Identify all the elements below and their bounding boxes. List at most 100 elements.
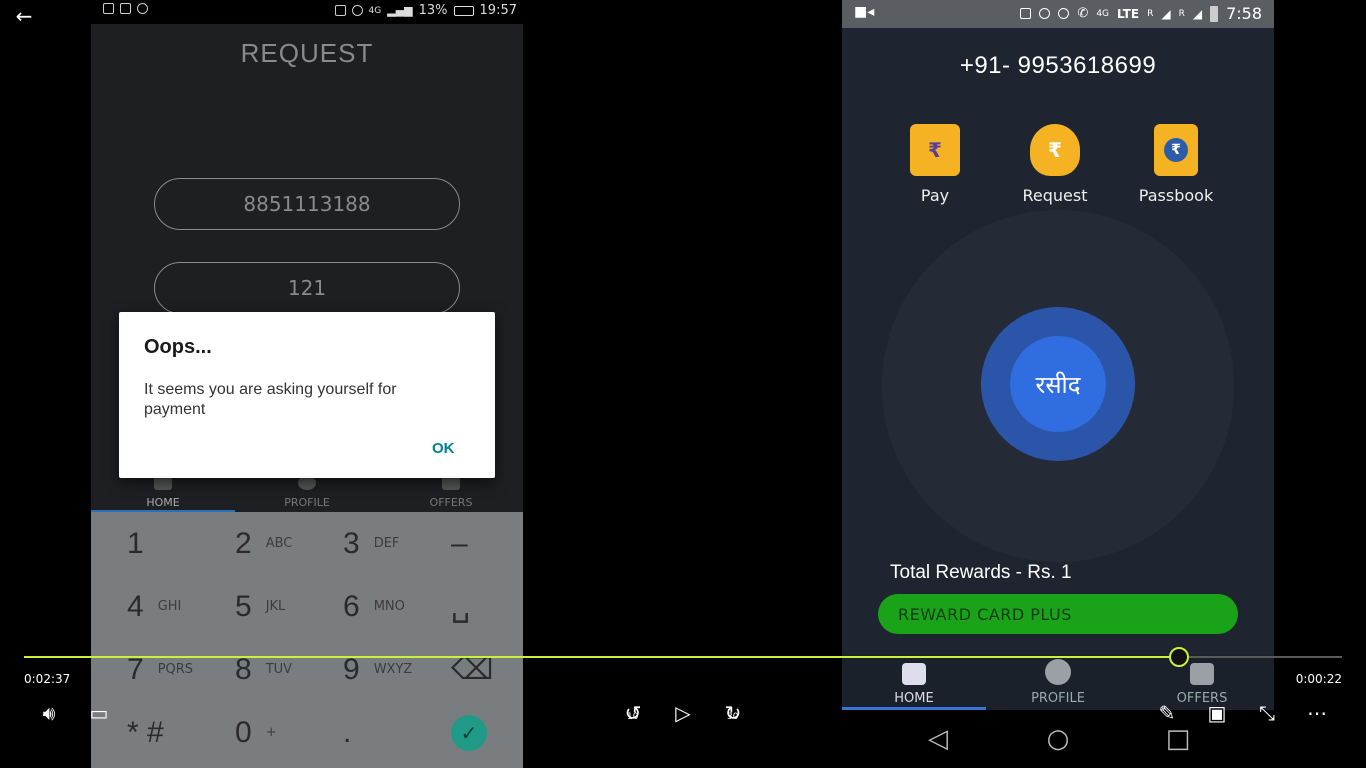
action-label: Passbook <box>1138 186 1214 205</box>
dialog-ok-button[interactable]: OK <box>432 440 455 457</box>
key-digit: 6 <box>343 589 360 623</box>
arrow-left-icon: ← <box>15 4 33 28</box>
keypad-key[interactable]: – <box>415 512 523 575</box>
pay-button[interactable]: ₹ Pay <box>875 124 995 205</box>
key-letters: MNO <box>373 599 405 614</box>
home-icon <box>902 663 926 685</box>
network-type: 4G <box>368 5 382 16</box>
battery-icon <box>1210 5 1219 22</box>
volume-button[interactable]: 🔊︎ <box>32 696 66 730</box>
keypad-key[interactable]: 2 ABC <box>199 512 307 575</box>
alarm-icon <box>1058 8 1070 19</box>
key-letters: + <box>265 725 277 740</box>
receipt-button[interactable]: रसीद <box>1010 336 1106 432</box>
amount-field[interactable]: 121 <box>154 262 460 314</box>
roaming-indicator: R <box>1147 8 1154 19</box>
more-options-button[interactable]: ⋯ <box>1300 696 1334 730</box>
phone-number-field[interactable]: 8851113188 <box>154 178 460 230</box>
play-icon: ▷ <box>675 701 691 725</box>
status-time: 19:57 <box>479 3 517 18</box>
video-player: 4G ▂▄▆ 13% 19:57 REQUEST 8851113188 1 21 … <box>0 0 1366 768</box>
keypad-key[interactable]: 9 WXYZ <box>307 638 415 701</box>
reward-card-plus-button[interactable]: REWARD CARD PLUS <box>878 594 1238 634</box>
dialog-message: It seems you are asking yourself for pay… <box>144 381 397 418</box>
keypad-key[interactable]: 0 + <box>199 701 307 764</box>
signal-icon: ◢ <box>1161 6 1171 21</box>
pay-icon: ₹ <box>910 124 960 176</box>
keypad-key[interactable]: ✓ <box>415 701 523 764</box>
keypad-key[interactable]: 7 PQRS <box>91 638 199 701</box>
request-button[interactable]: ₹ Request <box>995 124 1115 205</box>
play-button[interactable]: ▷ <box>666 696 700 730</box>
tab-label: HOME <box>894 691 934 706</box>
profile-icon <box>1045 659 1071 685</box>
left-status-bar: 4G ▂▄▆ 13% 19:57 <box>91 0 523 24</box>
key-digit: – <box>451 526 468 560</box>
status-time: 7:58 <box>1226 4 1262 23</box>
seek-bar-progress <box>24 656 1179 658</box>
mini-view-button[interactable]: ▣ <box>1200 696 1234 730</box>
keypad-key[interactable]: 3 DEF <box>307 512 415 575</box>
key-digit: 1 <box>127 526 144 560</box>
tab-label: HOME <box>146 496 180 509</box>
battery-percent: 13% <box>418 3 448 18</box>
forward-seconds: 30 <box>727 712 739 722</box>
keypad-key[interactable]: ⌫ <box>415 638 523 701</box>
key-letters: JKL <box>265 599 286 614</box>
keypad-key[interactable]: 1 <box>91 512 199 575</box>
forward-button[interactable]: ↻ 30 <box>716 696 750 730</box>
tab-label: PROFILE <box>1031 691 1085 706</box>
error-dialog: Oops... It seems you are asking yourself… <box>119 312 495 478</box>
exit-fullscreen-icon: ⤡ <box>1259 701 1275 725</box>
keypad-key[interactable]: 5 JKL <box>199 575 307 638</box>
tag-icon <box>442 476 460 490</box>
network-4g: 4G <box>1096 8 1110 19</box>
passbook-button[interactable]: ₹ Passbook <box>1116 124 1236 205</box>
key-digit: 0 <box>235 715 252 749</box>
keypad-key[interactable]: ␣ <box>415 575 523 638</box>
pen-button[interactable]: ✎ <box>1150 696 1184 730</box>
wifi-call-icon: ✆ <box>1077 6 1089 21</box>
back-triangle-icon: ◁ <box>928 724 948 754</box>
alarm-icon <box>351 5 363 16</box>
keypad-key[interactable]: 4 GHI <box>91 575 199 638</box>
home-circle-icon: ○ <box>1046 724 1070 754</box>
tab-label: OFFERS <box>429 496 473 509</box>
signal-icon: ▂▄▆ <box>387 4 413 17</box>
nav-home-button[interactable]: ○ <box>1038 710 1078 768</box>
network-type: LTE <box>1117 6 1140 21</box>
rewind-button[interactable]: ↺ 10 <box>616 696 650 730</box>
key-letters: GHI <box>157 599 182 614</box>
key-digit: * # <box>127 715 164 749</box>
tag-icon <box>1190 663 1214 685</box>
keypad-key[interactable]: . <box>307 701 415 764</box>
action-label: Request <box>1022 186 1088 205</box>
key-letters: WXYZ <box>373 662 413 677</box>
back-button[interactable]: ← <box>12 4 36 28</box>
exit-fullscreen-button[interactable]: ⤡ <box>1250 696 1284 730</box>
captions-button[interactable]: ▭ <box>82 696 116 730</box>
tab-label: PROFILE <box>284 496 330 509</box>
home-icon <box>154 476 172 490</box>
dialog-title: Oops... <box>144 336 212 358</box>
right-phone-screen: ■◂ ✆ 4G LTE R ◢ R ◢ 7:58 +91- 9953618699… <box>842 0 1274 768</box>
profile-icon <box>298 476 316 490</box>
tab-home[interactable]: HOME <box>842 654 986 710</box>
key-digit: 2 <box>235 526 252 560</box>
image-icon <box>120 3 131 14</box>
mini-view-icon: ▣ <box>1207 701 1227 725</box>
nav-back-button[interactable]: ◁ <box>918 710 958 768</box>
signal-icon: ◢ <box>1192 6 1203 21</box>
notification-icon <box>103 3 114 14</box>
passbook-icon: ₹ <box>1154 124 1198 176</box>
request-money-bag-icon: ₹ <box>1030 124 1080 176</box>
tab-profile[interactable]: PROFILE <box>986 654 1130 710</box>
page-title: REQUEST <box>240 38 374 68</box>
keypad-key[interactable]: 6 MNO <box>307 575 415 638</box>
action-label: Pay <box>920 186 950 205</box>
keypad-key[interactable]: 8 TUV <box>199 638 307 701</box>
key-digit: 5 <box>235 589 252 623</box>
rewind-seconds: 10 <box>627 712 639 722</box>
seek-bar-thumb[interactable] <box>1168 647 1189 667</box>
total-rewards-label: Total Rewards - Rs. 1 <box>890 562 1072 583</box>
